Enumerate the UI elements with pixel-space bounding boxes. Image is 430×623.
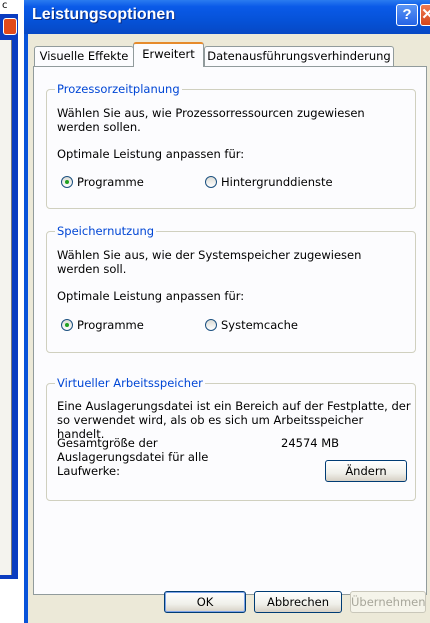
radio-unselected-icon — [205, 319, 217, 331]
ok-button[interactable]: OK — [164, 591, 246, 613]
processor-adjust-label: Optimale Leistung anpassen für: — [57, 147, 245, 161]
virtual-memory-group: Virtueller Arbeitsspeicher Eine Auslager… — [46, 376, 416, 501]
memory-usage-group: Speichernutzung Wählen Sie aus, wie der … — [46, 224, 416, 353]
tab-panel-advanced: Prozessorzeitplanung Wählen Sie aus, wie… — [33, 66, 427, 595]
radio-memory-system-cache-label: Systemcache — [221, 318, 298, 332]
radio-selected-icon — [61, 176, 73, 188]
window-title: Leistungsoptionen — [32, 6, 176, 23]
close-icon: ✕ — [421, 6, 430, 23]
change-button[interactable]: Ändern — [325, 460, 407, 482]
memory-usage-description: Wählen Sie aus, wie der Systemspeicher z… — [57, 248, 362, 276]
help-icon: ? — [402, 6, 412, 23]
paging-file-size-value: 24574 MB — [281, 436, 340, 450]
processor-scheduling-title: Prozessorzeitplanung — [55, 82, 182, 96]
close-button[interactable]: ✕ — [420, 4, 430, 26]
background-window-text: c — [2, 0, 8, 11]
memory-adjust-label: Optimale Leistung anpassen für: — [57, 289, 245, 303]
processor-scheduling-group: Prozessorzeitplanung Wählen Sie aus, wie… — [46, 82, 416, 209]
tab-advanced[interactable]: Erweitert — [133, 42, 204, 67]
dialog-client-area: Visuelle Effekte Erweitert Datenausführu… — [28, 34, 430, 623]
background-window: c — [0, 0, 20, 623]
paging-file-size-label: Gesamtgröße der Auslagerungsdatei für al… — [57, 436, 209, 478]
cancel-button[interactable]: Abbrechen — [254, 591, 342, 613]
tab-visual-effects[interactable]: Visuelle Effekte — [34, 46, 134, 66]
radio-unselected-icon — [205, 176, 217, 188]
radio-cpu-programs-label: Programme — [77, 175, 144, 189]
tab-data-execution-prevention[interactable]: Datenausführungsverhinderung — [204, 46, 394, 66]
virtual-memory-description: Eine Auslagerungsdatei ist ein Bereich a… — [57, 399, 411, 441]
title-bar[interactable]: Leistungsoptionen ? ✕ — [24, 0, 430, 34]
apply-button[interactable]: Übernehmen — [350, 591, 426, 613]
radio-selected-icon — [61, 319, 73, 331]
background-window-client — [0, 40, 12, 575]
radio-cpu-background-services-label: Hintergrunddienste — [221, 175, 333, 189]
virtual-memory-title: Virtueller Arbeitsspeicher — [55, 376, 205, 390]
radio-memory-programs-label: Programme — [77, 318, 144, 332]
performance-options-dialog: Leistungsoptionen ? ✕ Visuelle Effekte E… — [24, 0, 430, 623]
memory-usage-title: Speichernutzung — [55, 224, 157, 238]
background-close-icon[interactable] — [3, 18, 17, 35]
processor-scheduling-description: Wählen Sie aus, wie Prozessorressourcen … — [57, 106, 365, 134]
help-button[interactable]: ? — [396, 4, 418, 26]
